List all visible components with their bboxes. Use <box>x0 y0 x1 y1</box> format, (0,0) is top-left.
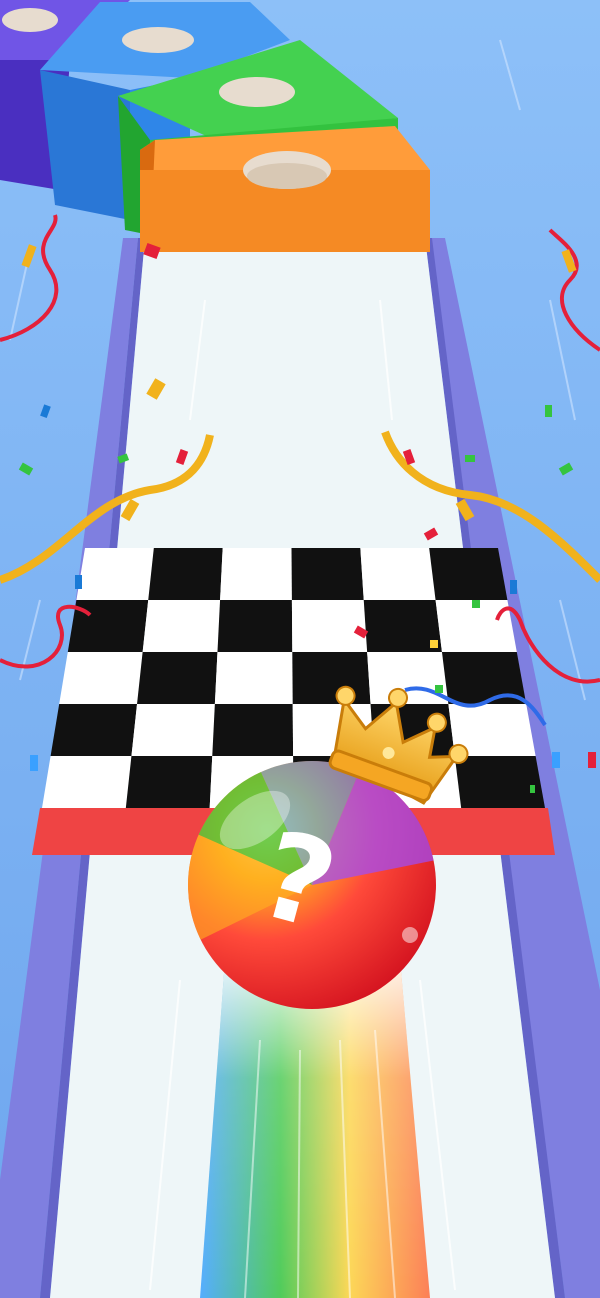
checker-tile <box>220 548 292 600</box>
checker-tile <box>76 548 154 600</box>
checker-tile <box>42 756 132 808</box>
game-scene: ? <box>0 0 600 1298</box>
checker-tile <box>137 652 218 704</box>
checker-tile <box>212 704 294 756</box>
rainbow-trail <box>200 960 430 1298</box>
checker-tile <box>131 704 215 756</box>
checker-tile <box>59 652 143 704</box>
checker-tile <box>142 600 221 652</box>
checker-tile <box>125 756 213 808</box>
checker-tile <box>454 756 545 808</box>
checker-tile <box>148 548 223 600</box>
checker-tile <box>292 652 371 704</box>
checker-tile <box>291 548 364 600</box>
orange-box <box>140 126 430 252</box>
checker-tile <box>291 600 368 652</box>
checker-tile <box>429 548 508 600</box>
checker-tile <box>50 704 138 756</box>
checker-tile <box>217 600 293 652</box>
checker-tile <box>360 548 436 600</box>
checker-tile <box>214 652 293 704</box>
